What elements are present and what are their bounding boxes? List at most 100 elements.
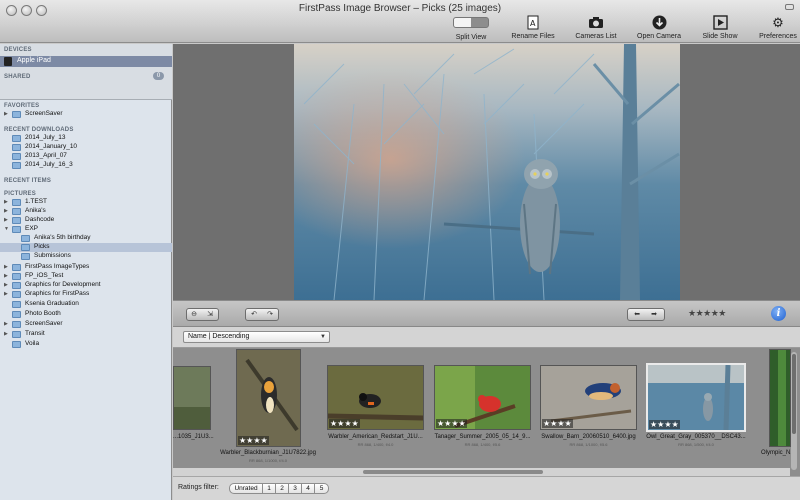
fit-to-window-icon[interactable]: ⇲ (206, 311, 214, 319)
rotate-right-icon[interactable]: ↷ (266, 311, 274, 319)
rating-filter-2[interactable]: 2 (275, 483, 289, 494)
sidebar-item-picture[interactable]: ▶ Anika's (0, 207, 172, 216)
disclosure-triangle-icon[interactable]: ▶ (4, 273, 8, 279)
sidebar-item-picture[interactable]: ▶ 1.TEST (0, 198, 172, 207)
disclosure-triangle-icon[interactable]: ▶ (4, 264, 8, 270)
folder-icon (21, 235, 30, 242)
sidebar-item-label: Submissions (34, 252, 71, 259)
navigation-controls[interactable]: ⬅ ➡ (627, 308, 665, 321)
sidebar-item-download[interactable]: 2014_January_10 (0, 143, 172, 152)
title-bar: FirstPass Image Browser – Picks (25 imag… (0, 0, 800, 43)
sidebar-item-picture[interactable]: ▶ Graphics for FirstPass (0, 290, 172, 299)
shared-header: SHARED (4, 74, 31, 80)
thumbnail-rating: ★★★★ (436, 419, 467, 428)
thumbnail[interactable]: ★★★★ (236, 349, 301, 447)
next-arrow-icon[interactable]: ➡ (650, 311, 658, 319)
sidebar-item-label: Picks (34, 243, 50, 250)
split-view-button[interactable]: Split View (446, 15, 496, 41)
rating-filter-4[interactable]: 4 (301, 483, 315, 494)
horizontal-scrollbar-thumb[interactable] (363, 470, 543, 474)
previous-arrow-icon[interactable]: ⬅ (633, 311, 641, 319)
devices-panel: DEVICES Apple iPad SHARED 0 (0, 44, 172, 100)
disclosure-triangle-icon[interactable]: ▶ (4, 291, 8, 297)
rating-filter-unrated[interactable]: Unrated (229, 483, 263, 494)
preferences-button[interactable]: ⚙ Preferences (756, 15, 800, 41)
preview-image[interactable] (294, 44, 680, 300)
rotate-controls[interactable]: ↶ ↷ (245, 308, 279, 321)
disclosure-triangle-icon[interactable]: ▶ (4, 111, 8, 117)
window-title: FirstPass Image Browser – Picks (25 imag… (298, 3, 502, 14)
sidebar-item-picture[interactable]: ▶ Transit (0, 330, 172, 339)
rating-filter-1[interactable]: 1 (262, 483, 276, 494)
thumbnail-filename: Olympic_N... (761, 450, 796, 456)
preferences-label: Preferences (759, 33, 797, 40)
sidebar-item-favorite[interactable]: ▶ ScreenSaver (0, 110, 172, 119)
sidebar-item-picture[interactable]: ▶ ScreenSaver (0, 320, 172, 329)
sidebar-item-picture[interactable]: ▶ Graphics for Development (0, 281, 172, 290)
thumbnail-filename: ...1035_J1U3... (173, 434, 214, 440)
thumbnail[interactable]: ★★★★ (327, 365, 424, 430)
recent-items-header: RECENT ITEMS (4, 178, 52, 184)
sidebar-item-picture[interactable]: Submissions (0, 252, 172, 261)
sidebar-item-label: FP_iOS_Test (25, 272, 64, 279)
cameras-list-button[interactable]: Cameras List (573, 15, 619, 41)
folder-icon (12, 162, 21, 169)
folder-icon (12, 331, 21, 338)
sidebar-item-label: 1.TEST (25, 198, 48, 205)
disclosure-triangle-icon[interactable]: ▶ (4, 331, 8, 337)
disclosure-triangle-icon[interactable]: ▶ (4, 217, 8, 223)
folder-icon (12, 208, 21, 215)
rename-files-icon: A (527, 15, 539, 30)
svg-text:A: A (530, 19, 536, 28)
sort-select[interactable]: Name | Descending ▼ (183, 331, 330, 343)
disclosure-triangle-icon[interactable]: ▶ (4, 282, 8, 288)
thumbnail[interactable]: ★★★★ (540, 365, 637, 430)
slide-show-button[interactable]: Slide Show (699, 15, 741, 41)
favorites-header: FAVORITES (4, 103, 40, 109)
sidebar-item-picture[interactable]: ▼ EXP (0, 225, 172, 234)
zoom-out-icon[interactable]: ⊖ (190, 311, 198, 319)
folder-icon (12, 282, 21, 289)
sidebar-item-picture[interactable]: Anika's 5th birthday (0, 234, 172, 243)
thumbnail-meta: RR 868, 1/1000, f/4.0 (248, 458, 288, 463)
sidebar-item-download[interactable]: 2013_April_07 (0, 152, 172, 161)
folder-icon (12, 226, 21, 233)
disclosure-triangle-icon[interactable]: ▶ (4, 321, 8, 327)
thumbnail-filename: Tanager_Summer_2005_05_14_9... (434, 434, 531, 440)
sidebar-item-picture[interactable]: ▶ Dashcode (0, 216, 172, 225)
fullscreen-icon[interactable] (785, 4, 794, 10)
thumbnail[interactable]: ★★★★ (434, 365, 531, 430)
device-item[interactable]: Apple iPad (0, 56, 172, 67)
rating-filter-3[interactable]: 3 (288, 483, 302, 494)
rating-stars[interactable]: ★★★★★ (688, 308, 726, 319)
vertical-scrollbar-thumb[interactable] (792, 354, 796, 434)
sidebar-item-picture[interactable]: Ksenia Graduation (0, 300, 172, 309)
info-button[interactable]: i (771, 306, 786, 321)
sidebar-item-picture[interactable]: Photo Booth (0, 310, 172, 319)
disclosure-triangle-icon[interactable]: ▶ (4, 208, 8, 214)
owl-photo-graphic (294, 44, 680, 300)
ipad-icon (4, 57, 12, 66)
thumbnail[interactable] (769, 349, 791, 447)
preview-control-bar: ⊖ ⇲ ↶ ↷ ⬅ ➡ ★★★★★ i (173, 300, 800, 327)
sidebar-item-label: Voila (25, 340, 40, 347)
sidebar-item-picture[interactable]: ▶ FirstPass ImageTypes (0, 263, 172, 272)
horizontal-scrollbar[interactable] (173, 468, 790, 476)
sidebar-item-label: Anika's (25, 207, 46, 214)
sidebar-item-label: ScreenSaver (25, 320, 63, 327)
thumbnail[interactable] (173, 366, 211, 430)
open-camera-button[interactable]: Open Camera (636, 15, 682, 41)
sidebar-item-download[interactable]: 2014_July_16_3 (0, 161, 172, 170)
rating-filter-5[interactable]: 5 (314, 483, 329, 494)
sidebar-item-picture-selected[interactable]: Picks (0, 243, 172, 252)
sidebar-item-picture[interactable]: ▶ FP_iOS_Test (0, 272, 172, 281)
sidebar-item-download[interactable]: 2014_July_13 (0, 134, 172, 143)
disclosure-triangle-open-icon[interactable]: ▼ (4, 226, 9, 232)
zoom-controls[interactable]: ⊖ ⇲ (186, 308, 219, 321)
rename-files-button[interactable]: A Rename Files (509, 15, 557, 41)
disclosure-triangle-icon[interactable]: ▶ (4, 199, 8, 205)
thumbnail-selected[interactable]: ★★★★ (646, 363, 746, 432)
rotate-left-icon[interactable]: ↶ (250, 311, 258, 319)
sidebar-item-picture[interactable]: Voila (0, 340, 172, 349)
folder-icon (12, 217, 21, 224)
